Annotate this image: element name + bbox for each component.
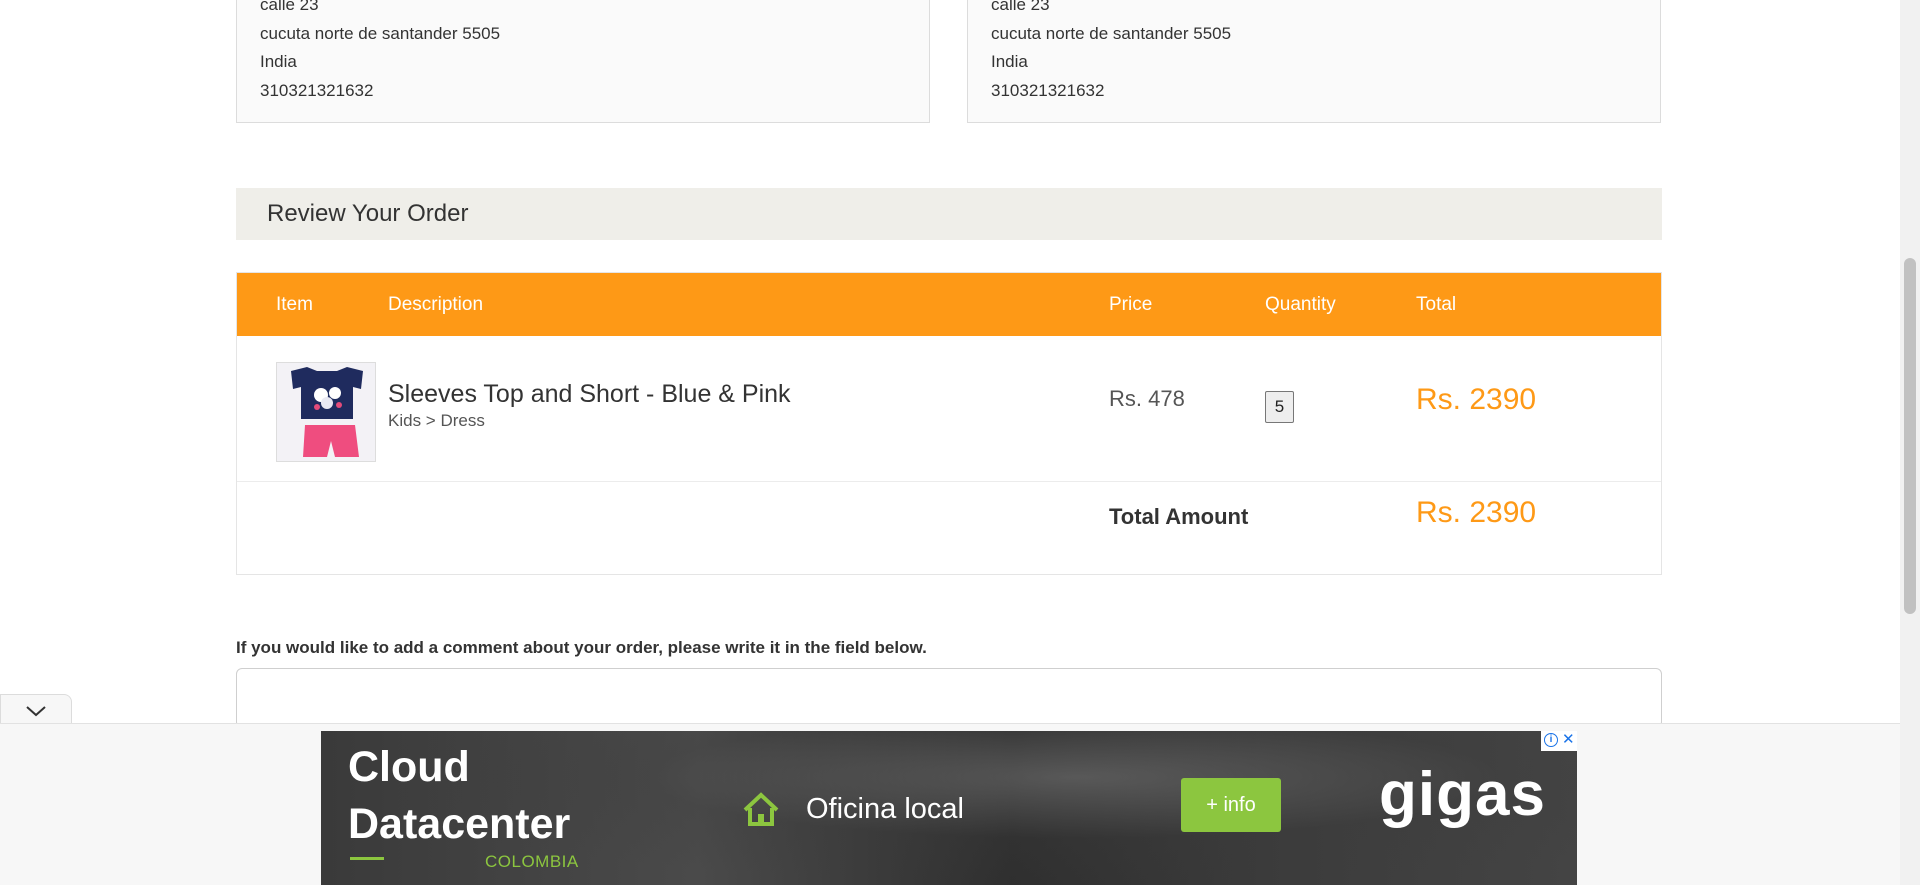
product-price: Rs. 478 <box>1109 386 1185 411</box>
column-header-price: Price <box>1109 294 1153 315</box>
chevron-down-icon <box>26 706 46 717</box>
ad-country: COLOMBIA <box>485 852 579 871</box>
shipping-address-phone: 310321321632 <box>991 80 1105 100</box>
ad-brand-logo: gigas <box>1379 760 1546 829</box>
total-amount-label: Total Amount <box>1109 504 1249 529</box>
ad-title-line2: Datacenter <box>348 800 571 848</box>
ad-banner[interactable]: Cloud Datacenter COLOMBIA Oficina local … <box>321 731 1577 885</box>
billing-address-city: cucuta norte de santander 5505 <box>260 23 501 43</box>
scrollbar-thumb[interactable] <box>1904 258 1916 614</box>
order-table: Item Description Price Quantity Total Sl… <box>236 272 1662 575</box>
comment-label: If you would like to add a comment about… <box>236 638 927 657</box>
ad-info-button[interactable]: + info <box>1181 778 1281 832</box>
home-icon <box>741 790 781 833</box>
table-row: Sleeves Top and Short - Blue & Pink Kids… <box>237 336 1661 482</box>
review-order-heading: Review Your Order <box>236 188 1662 240</box>
page: calle 23 cucuta norte de santander 5505 … <box>0 0 1900 885</box>
billing-address-country: India <box>260 52 297 71</box>
ad-accent-line <box>350 857 384 860</box>
billing-address-street: calle 23 <box>260 0 319 14</box>
page-scrollbar[interactable] <box>1900 0 1920 885</box>
ad-office-text: Oficina local <box>806 793 964 825</box>
shipping-address-box: calle 23 cucuta norte de santander 5505 … <box>967 0 1661 123</box>
shipping-address-country: India <box>991 52 1028 71</box>
product-image <box>277 363 375 461</box>
product-category: Kids > Dress <box>388 411 485 430</box>
column-header-description: Description <box>388 294 484 315</box>
column-header-quantity: Quantity <box>1265 294 1336 315</box>
ad-collapse-toggle[interactable] <box>0 694 72 724</box>
quantity-field[interactable]: 5 <box>1265 391 1294 423</box>
billing-address-phone: 310321321632 <box>260 80 374 100</box>
close-icon[interactable]: ✕ <box>1562 732 1575 748</box>
product-total: Rs. 2390 <box>1416 383 1537 416</box>
order-table-header: Item Description Price Quantity Total <box>237 273 1661 336</box>
billing-address-box: calle 23 cucuta norte de santander 5505 … <box>236 0 930 123</box>
comment-textarea[interactable] <box>236 668 1662 728</box>
adchoices-info-icon[interactable]: i <box>1544 733 1558 747</box>
ad-title-line1: Cloud <box>348 743 470 791</box>
product-name[interactable]: Sleeves Top and Short - Blue & Pink <box>388 380 791 409</box>
shipping-address-street: calle 23 <box>991 0 1050 14</box>
checkout-content: calle 23 cucuta norte de santander 5505 … <box>236 0 1662 728</box>
total-amount-value: Rs. 2390 <box>1416 496 1537 529</box>
address-row: calle 23 cucuta norte de santander 5505 … <box>236 0 1662 125</box>
ad-choices[interactable]: i ✕ <box>1541 731 1577 751</box>
ad-title: Cloud Datacenter <box>348 739 570 853</box>
order-total-row: Total Amount Rs. 2390 <box>237 481 1661 575</box>
column-header-item: Item <box>276 294 313 315</box>
shipping-address-city: cucuta norte de santander 5505 <box>991 23 1232 43</box>
column-header-total: Total <box>1416 294 1457 315</box>
product-thumbnail[interactable] <box>276 362 376 462</box>
